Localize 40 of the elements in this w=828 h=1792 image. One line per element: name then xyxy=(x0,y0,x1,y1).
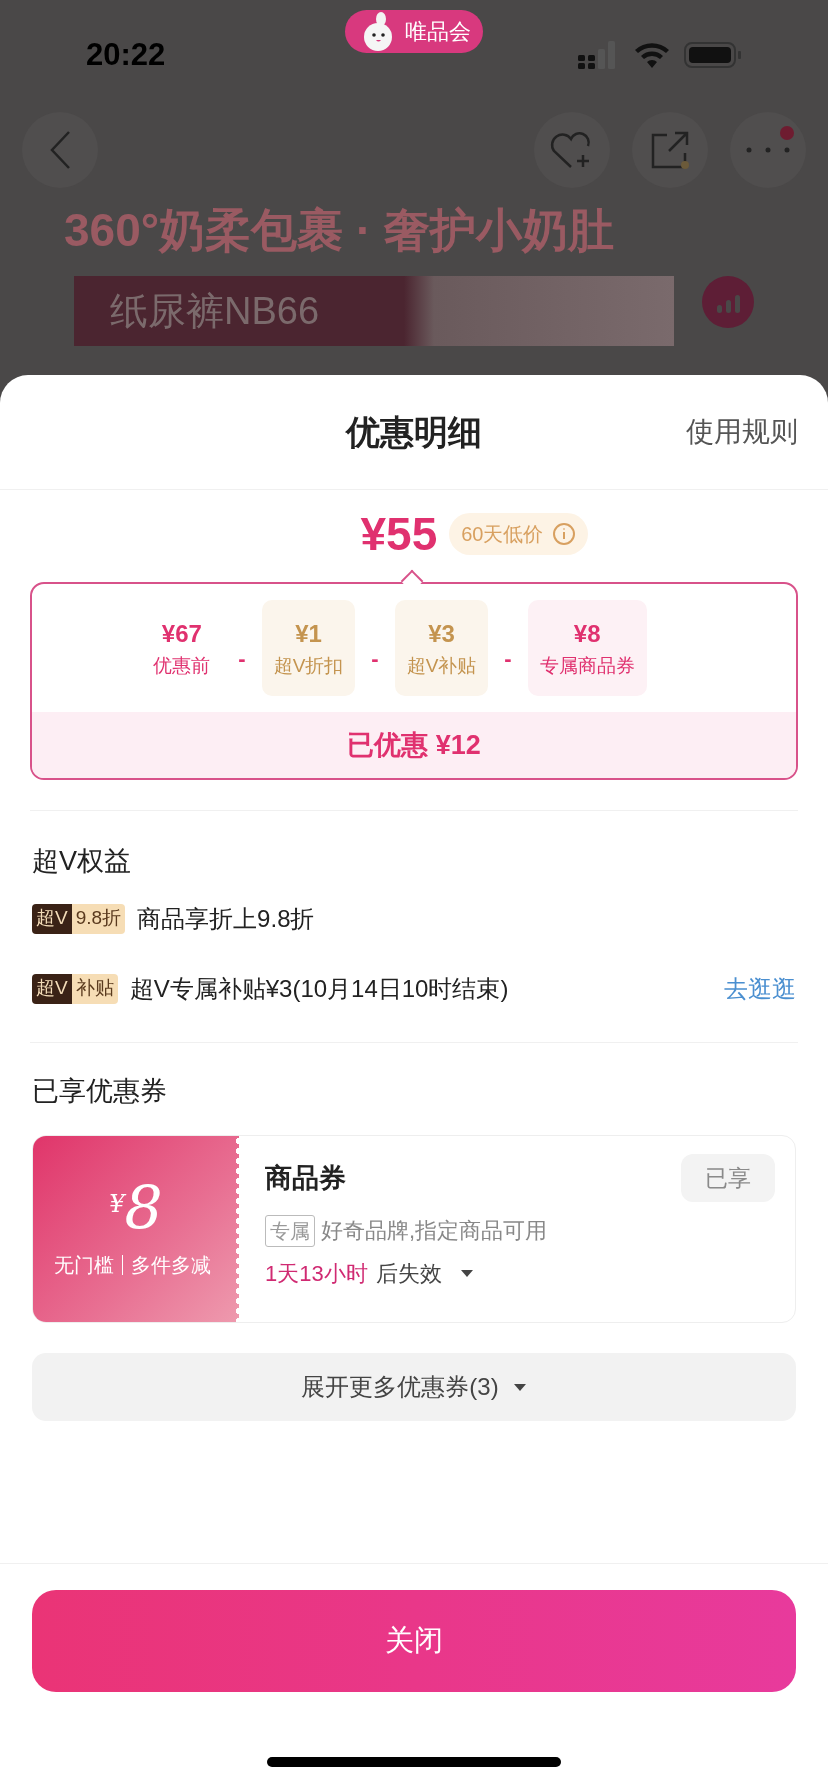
discount-item: ¥3 超V补贴 xyxy=(394,600,489,696)
expiry-text: 后失效 xyxy=(375,1260,442,1288)
caret-icon xyxy=(512,1382,527,1392)
minus-sign: - xyxy=(371,644,379,673)
minus-sign: - xyxy=(504,644,512,673)
discount-item: ¥67 优惠前 xyxy=(152,618,212,678)
currency-symbol: ¥ xyxy=(109,1190,125,1218)
total-saved: 已优惠 ¥12 xyxy=(347,728,481,762)
benefit-text: 超V专属补贴¥3(10月14日10时结束) xyxy=(129,973,509,1004)
back-icon xyxy=(49,130,71,170)
benefit-text: 商品享折上9.8折 xyxy=(137,903,315,934)
sheet-title: 优惠明细 xyxy=(346,411,482,453)
minus-sign: - xyxy=(238,644,246,673)
coupon-condition: 多件多减 xyxy=(130,1253,211,1278)
live-icon xyxy=(702,276,754,328)
discount-item: ¥8 专属商品券 xyxy=(527,600,647,696)
caret-icon xyxy=(459,1269,474,1278)
banner-label: 纸尿裤NB66 xyxy=(109,288,320,334)
exclusive-tag: 专属 xyxy=(265,1214,315,1247)
discount-item: ¥1 超V折扣 xyxy=(261,600,356,696)
more-icon xyxy=(746,147,790,153)
coupon-name: 商品券 xyxy=(265,1161,346,1195)
close-button[interactable]: 关闭 xyxy=(32,1590,796,1692)
coupon-condition: 无门槛 xyxy=(53,1253,114,1278)
countdown: 1天13小时 xyxy=(265,1260,368,1288)
browse-link[interactable]: 去逛逛 xyxy=(724,970,796,1007)
product-headline: 360°奶柔包裹 · 奢护小奶肚 xyxy=(64,202,615,258)
section-title: 超V权益 xyxy=(32,845,132,878)
wifi-icon xyxy=(634,42,670,68)
info-icon xyxy=(551,522,576,546)
app-name: 唯品会 xyxy=(405,18,471,46)
status-time: 20:22 xyxy=(86,35,166,74)
final-price: ¥55 xyxy=(360,511,438,557)
battery-icon xyxy=(684,41,742,69)
rules-link[interactable]: 使用规则 xyxy=(686,411,798,453)
coupon-description: 好奇品牌,指定商品可用 xyxy=(321,1217,548,1245)
price-tag: 60天低价 xyxy=(449,513,588,555)
expand-coupons-button[interactable]: 展开更多优惠券(3) xyxy=(32,1353,796,1421)
share-icon xyxy=(649,129,691,171)
section-title: 已享优惠券 xyxy=(32,1074,168,1108)
